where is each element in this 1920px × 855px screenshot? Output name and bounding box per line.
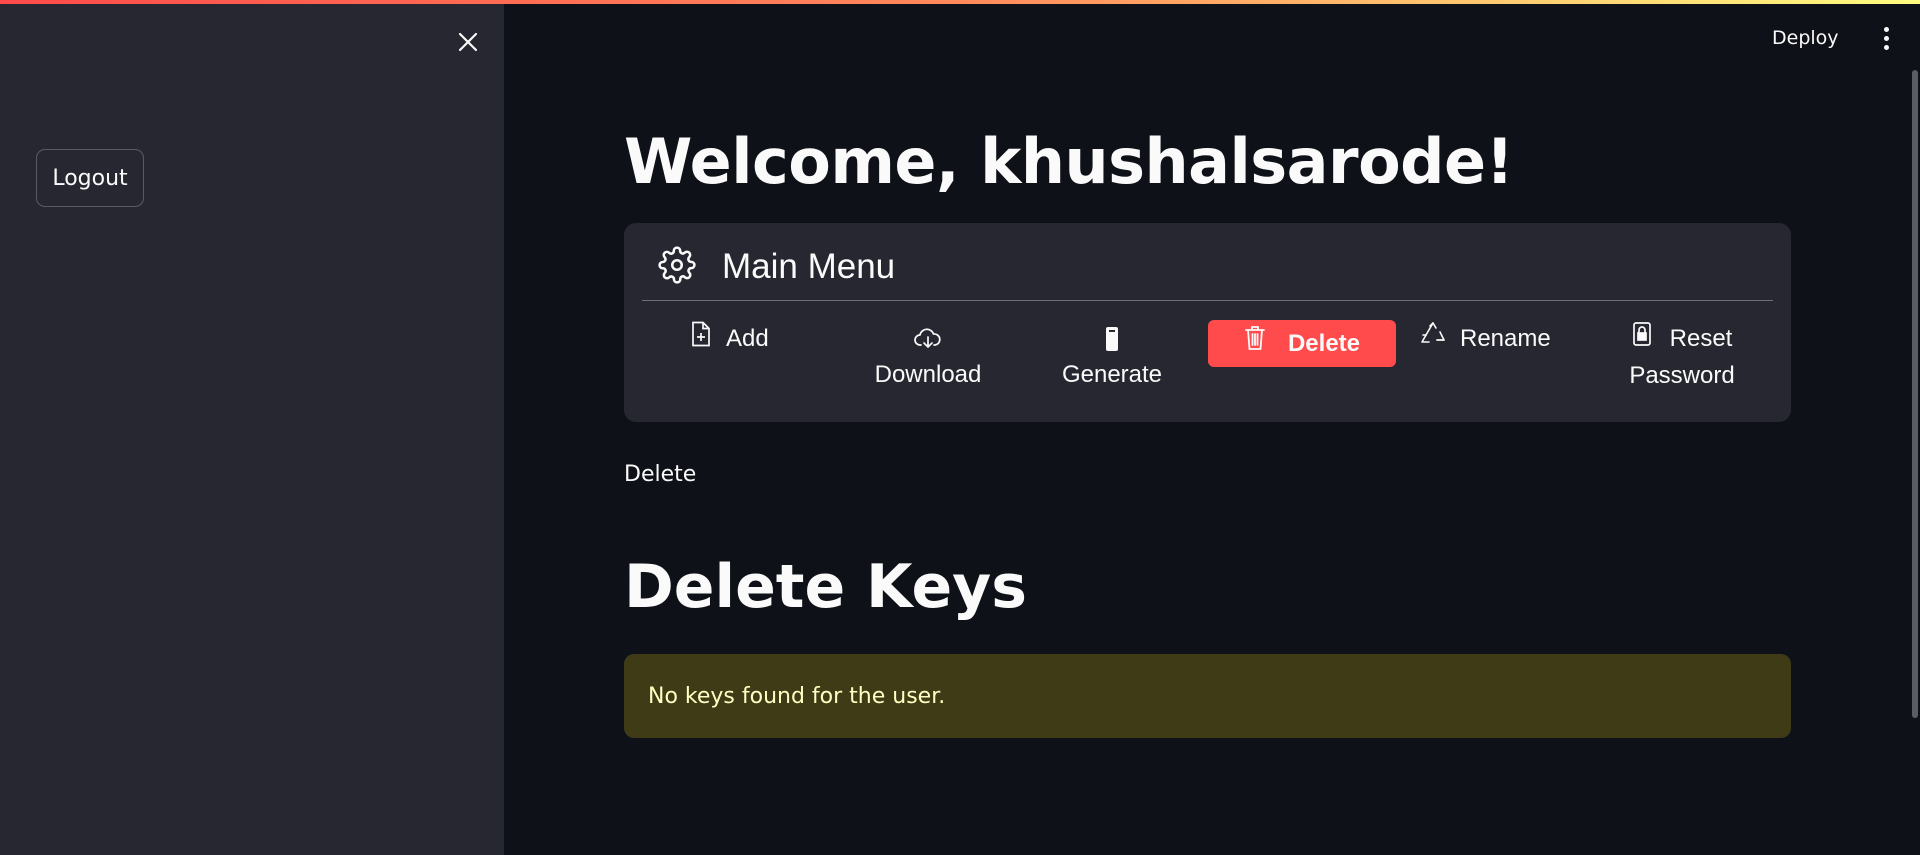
menu-item-label: Download: [874, 361, 982, 388]
section-title: Delete Keys: [624, 552, 1027, 622]
lock-icon: [1632, 321, 1652, 358]
file-plus-icon: [690, 321, 712, 358]
selected-option-text: Delete: [624, 462, 697, 487]
gear-icon: [658, 246, 696, 288]
top-decoration-stripe: [0, 0, 1920, 4]
main-menu: Main Menu Add Download Generate Delete R…: [624, 223, 1791, 422]
menu-item-delete[interactable]: Delete: [1208, 320, 1396, 367]
device-icon: [1048, 321, 1176, 357]
menu-item-label: Generate: [1061, 361, 1163, 388]
warning-message: No keys found for the user.: [648, 683, 946, 709]
recycle-icon: [1420, 321, 1446, 358]
menu-item-reset-password[interactable]: Reset Password: [1608, 321, 1756, 413]
menu-item-add[interactable]: Add: [690, 321, 810, 413]
kebab-icon[interactable]: [1876, 22, 1896, 54]
warning-alert: No keys found for the user.: [624, 654, 1791, 738]
menu-item-download[interactable]: Download: [860, 321, 996, 413]
close-icon[interactable]: [452, 26, 484, 58]
trash-icon: [1244, 325, 1266, 362]
menu-divider: [642, 300, 1773, 301]
welcome-title: Welcome, khushalsarode!: [624, 125, 1514, 198]
menu-item-label: Delete: [1287, 329, 1361, 357]
menu-item-label: Add: [726, 325, 769, 352]
menu-item-generate[interactable]: Generate: [1048, 321, 1176, 413]
sidebar: Logout: [0, 0, 504, 855]
cloud-download-icon: [860, 321, 996, 357]
menu-item-label: Rename: [1460, 325, 1551, 352]
logout-button[interactable]: Logout: [36, 149, 144, 207]
scrollbar[interactable]: [1912, 70, 1918, 718]
menu-header: Main Menu: [658, 239, 895, 295]
deploy-button[interactable]: Deploy: [1772, 22, 1839, 54]
menu-title: Main Menu: [722, 247, 896, 286]
menu-item-rename[interactable]: Rename: [1420, 321, 1610, 413]
